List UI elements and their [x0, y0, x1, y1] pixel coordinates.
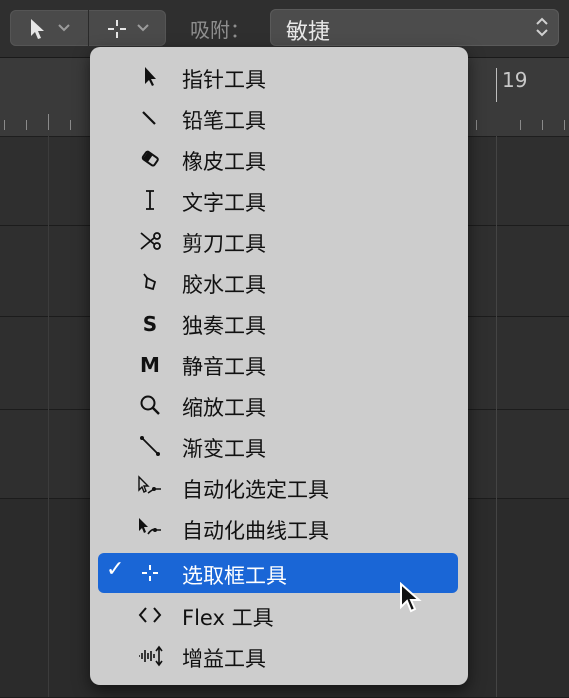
glue-icon — [136, 268, 164, 296]
menu-item-fade-tool[interactable]: 渐变工具 — [98, 426, 458, 466]
left-click-tool-button[interactable] — [10, 10, 88, 46]
scissors-icon — [136, 227, 164, 255]
menu-item-label: 橡皮工具 — [182, 150, 266, 174]
fade-icon — [136, 432, 164, 460]
ruler-tick — [4, 120, 5, 130]
menu-item-scissors-tool[interactable]: 剪刀工具 — [98, 221, 458, 261]
tool-menu-group — [10, 10, 166, 46]
menu-item-automation-curve-tool[interactable]: 自动化曲线工具 — [98, 508, 458, 548]
ruler-tick — [542, 120, 543, 130]
gain-icon — [136, 642, 164, 670]
menu-item-automation-select-tool[interactable]: 自动化选定工具 — [98, 467, 458, 507]
menu-item-label: 渐变工具 — [182, 437, 266, 461]
marquee-icon — [136, 559, 164, 587]
bar-number: 19 — [502, 68, 528, 92]
menu-item-gain-tool[interactable]: 增益工具 — [98, 636, 458, 676]
menu-item-label: 胶水工具 — [182, 273, 266, 297]
menu-item-label: 铅笔工具 — [182, 109, 266, 133]
automation-curve-icon — [136, 514, 164, 542]
ruler-tick — [26, 120, 27, 130]
pointer-icon — [136, 63, 164, 91]
snap-value: 敏捷 — [286, 20, 331, 45]
ruler-tick — [48, 114, 49, 130]
menu-item-label: 增益工具 — [182, 647, 266, 671]
menu-item-eraser-tool[interactable]: 橡皮工具 — [98, 139, 458, 179]
menu-item-label: 选取框工具 — [182, 564, 287, 588]
menu-item-pencil-tool[interactable]: 铅笔工具 — [98, 98, 458, 138]
solo-icon: S — [136, 309, 164, 337]
flex-icon — [136, 601, 164, 629]
menu-item-label: 自动化曲线工具 — [182, 519, 329, 543]
menu-item-label: 文字工具 — [182, 191, 266, 215]
menu-item-text-tool[interactable]: 文字工具 — [98, 180, 458, 220]
menu-item-label: 剪刀工具 — [182, 232, 266, 256]
snap-label: 吸附： — [190, 18, 250, 42]
text-cursor-icon — [136, 186, 164, 214]
menu-item-label: 独奏工具 — [182, 314, 266, 338]
menu-item-label: 缩放工具 — [182, 396, 266, 420]
menu-item-solo-tool[interactable]: S 独奏工具 — [98, 303, 458, 343]
zoom-icon — [136, 391, 164, 419]
chevron-down-icon — [137, 24, 149, 32]
menu-item-glue-tool[interactable]: 胶水工具 — [98, 262, 458, 302]
checkmark-icon: ✓ — [106, 557, 125, 582]
grid-line — [496, 136, 497, 697]
pencil-icon — [136, 104, 164, 132]
svg-text:M: M — [140, 353, 160, 377]
grid-line — [48, 136, 49, 697]
ruler-tick — [476, 120, 477, 130]
mouse-cursor-icon — [400, 582, 422, 613]
svg-text:S: S — [143, 312, 157, 336]
snap-select[interactable]: 敏捷 — [270, 9, 559, 46]
ruler-tick — [70, 120, 71, 130]
command-click-tool-button[interactable] — [88, 10, 167, 46]
bar-marker — [496, 68, 497, 102]
menu-item-label: Flex 工具 — [182, 606, 274, 630]
mute-icon: M — [136, 350, 164, 378]
menu-item-label: 自动化选定工具 — [182, 478, 329, 502]
marquee-crosshair-icon — [108, 20, 126, 38]
ruler-tick — [520, 120, 521, 130]
chevron-down-icon — [58, 24, 70, 32]
ruler-tick — [564, 120, 565, 130]
pointer-arrow-icon — [31, 19, 44, 39]
up-down-chevron-icon — [536, 17, 548, 37]
automation-select-icon — [136, 473, 164, 501]
menu-item-label: 静音工具 — [182, 355, 266, 379]
menu-item-label: 指针工具 — [182, 68, 266, 92]
menu-item-pointer-tool[interactable]: 指针工具 — [98, 57, 458, 97]
menu-item-zoom-tool[interactable]: 缩放工具 — [98, 385, 458, 425]
eraser-icon — [136, 145, 164, 173]
menu-item-mute-tool[interactable]: M 静音工具 — [98, 344, 458, 384]
